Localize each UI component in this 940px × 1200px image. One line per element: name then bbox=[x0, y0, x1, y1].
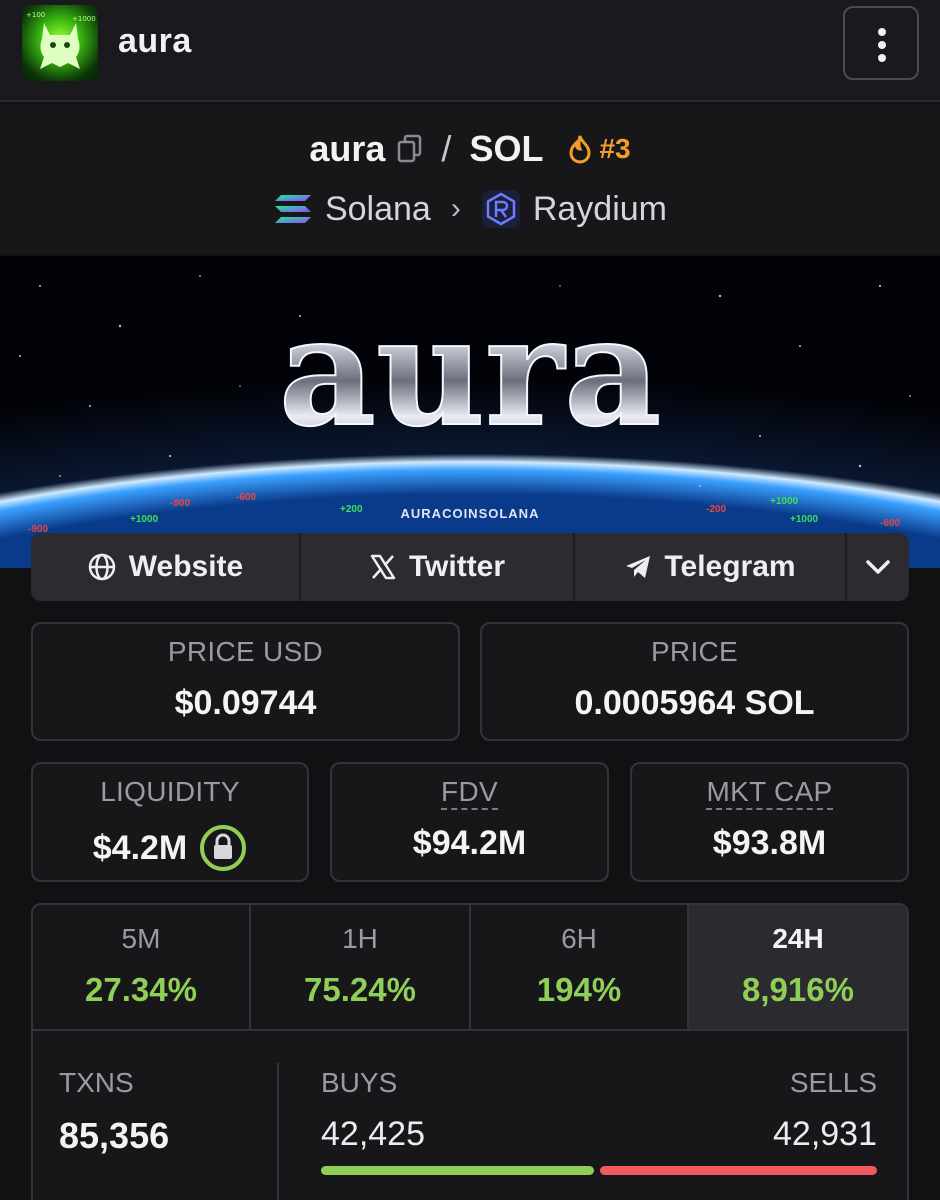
price-usd-value: $0.09744 bbox=[174, 684, 317, 722]
copy-icon[interactable] bbox=[397, 134, 423, 164]
solana-icon bbox=[274, 195, 311, 223]
chain-breadcrumb: Solana › Raydium bbox=[0, 184, 940, 234]
price-usd-label: PRICE USD bbox=[167, 636, 324, 667]
pair-base-symbol: aura bbox=[309, 128, 386, 169]
liquidity-card: LIQUIDITY $4.2M bbox=[31, 762, 309, 882]
market-cap-value: $93.8M bbox=[712, 824, 827, 862]
svg-text:-600: -600 bbox=[880, 518, 900, 529]
tab-label: 24H bbox=[772, 923, 824, 954]
price-change: 194% bbox=[536, 971, 622, 1008]
flame-icon bbox=[569, 135, 591, 164]
kebab-menu-button[interactable] bbox=[843, 6, 919, 80]
chevron-down-icon bbox=[866, 560, 890, 574]
price-native-card: PRICE 0.0005964 SOL bbox=[480, 622, 909, 741]
fdv-label: FDV bbox=[332, 776, 607, 810]
price-change: 75.24% bbox=[304, 971, 416, 1008]
pair-quote-symbol: SOL bbox=[469, 128, 544, 169]
svg-text:+1000: +1000 bbox=[790, 514, 819, 525]
pair-separator: / bbox=[441, 128, 452, 169]
sells-ratio-bar bbox=[600, 1166, 877, 1175]
sells-label: SELLS bbox=[789, 1067, 877, 1098]
svg-text:+1000: +1000 bbox=[130, 514, 159, 525]
svg-text:-200: -200 bbox=[706, 504, 726, 515]
tab-5m[interactable]: 5M 27.34% bbox=[33, 905, 251, 1029]
menu-dot bbox=[878, 28, 886, 36]
banner-artwork: aura AURACOINSOLANA -900 +1000 -900 -600… bbox=[0, 256, 940, 568]
dex-link[interactable]: Raydium bbox=[533, 190, 667, 229]
chevron-right-icon: › bbox=[450, 192, 461, 225]
price-change: 8,916% bbox=[742, 971, 854, 1008]
market-cap-card[interactable]: MKT CAP $93.8M bbox=[630, 762, 909, 882]
telegram-icon bbox=[626, 556, 651, 578]
tab-label: 6H bbox=[561, 923, 597, 954]
cat-logo-icon: +100 +1000 bbox=[26, 11, 96, 69]
fdv-card[interactable]: FDV $94.2M bbox=[330, 762, 609, 882]
price-change: 27.34% bbox=[85, 971, 197, 1008]
chain-link[interactable]: Solana bbox=[325, 190, 431, 229]
buys-label: BUYS bbox=[321, 1067, 398, 1098]
x-logo-icon bbox=[370, 554, 396, 580]
svg-text:AURACOINSOLANA: AURACOINSOLANA bbox=[401, 506, 540, 521]
tab-label: 1H bbox=[342, 923, 378, 954]
svg-text:+1000: +1000 bbox=[72, 15, 96, 23]
txns-label: TXNS bbox=[59, 1067, 134, 1098]
trending-rank[interactable]: #3 bbox=[567, 133, 631, 165]
price-usd-card: PRICE USD $0.09744 bbox=[31, 622, 460, 741]
price-native-label: PRICE bbox=[650, 636, 739, 667]
lock-icon[interactable] bbox=[199, 824, 247, 872]
social-links-bar: Website Twitter Telegram bbox=[31, 533, 909, 601]
telegram-label: Telegram bbox=[664, 550, 796, 583]
fdv-value: $94.2M bbox=[412, 824, 527, 862]
raydium-icon bbox=[481, 190, 520, 228]
timeframe-tabs: 5M 27.34% 1H 75.24% 6H 194% 24H 8,916% bbox=[33, 905, 907, 1031]
svg-text:+100: +100 bbox=[26, 11, 45, 19]
brand-name: aura bbox=[118, 22, 192, 60]
pair-header: aura / SOL #3 Solana › Raydium bbox=[0, 104, 940, 254]
buys-ratio-bar bbox=[321, 1166, 594, 1175]
buys-value: 42,425 bbox=[321, 1115, 425, 1153]
sells-value: 42,931 bbox=[773, 1115, 877, 1153]
tab-label: 5M bbox=[121, 923, 161, 954]
svg-text:-600: -600 bbox=[236, 492, 256, 503]
price-native-value: 0.0005964 SOL bbox=[574, 684, 815, 722]
liquidity-row: $4.2M bbox=[33, 824, 307, 872]
token-banner: aura AURACOINSOLANA -900 +1000 -900 -600… bbox=[0, 256, 940, 568]
tab-6h[interactable]: 6H 194% bbox=[471, 905, 689, 1029]
txns-value: 85,356 bbox=[59, 1115, 170, 1156]
divider bbox=[277, 1063, 279, 1200]
tab-1h[interactable]: 1H 75.24% bbox=[251, 905, 471, 1029]
svg-text:-900: -900 bbox=[170, 498, 190, 509]
token-avatar[interactable]: +100 +1000 bbox=[22, 5, 98, 81]
pair-title: aura / SOL #3 bbox=[0, 124, 940, 174]
top-bar: +100 +1000 aura bbox=[0, 0, 940, 102]
globe-icon bbox=[88, 553, 115, 581]
menu-dot bbox=[878, 41, 886, 49]
timeframe-panel: 5M 27.34% 1H 75.24% 6H 194% 24H 8,916% T… bbox=[31, 903, 909, 1200]
website-button[interactable]: Website bbox=[31, 533, 301, 601]
menu-dot bbox=[878, 54, 886, 62]
twitter-label: Twitter bbox=[408, 550, 506, 583]
liquidity-value: $4.2M bbox=[92, 828, 188, 867]
twitter-button[interactable]: Twitter bbox=[301, 533, 575, 601]
svg-text:+200: +200 bbox=[340, 504, 363, 515]
liquidity-label: LIQUIDITY bbox=[100, 776, 240, 807]
telegram-button[interactable]: Telegram bbox=[575, 533, 847, 601]
more-links-toggle[interactable] bbox=[847, 533, 909, 601]
tab-24h[interactable]: 24H 8,916% bbox=[689, 905, 907, 1029]
svg-text:aura: aura bbox=[279, 284, 661, 460]
rank-value: #3 bbox=[599, 133, 631, 164]
market-cap-label: MKT CAP bbox=[632, 776, 907, 810]
svg-text:+1000: +1000 bbox=[770, 496, 799, 507]
website-label: Website bbox=[128, 550, 244, 583]
